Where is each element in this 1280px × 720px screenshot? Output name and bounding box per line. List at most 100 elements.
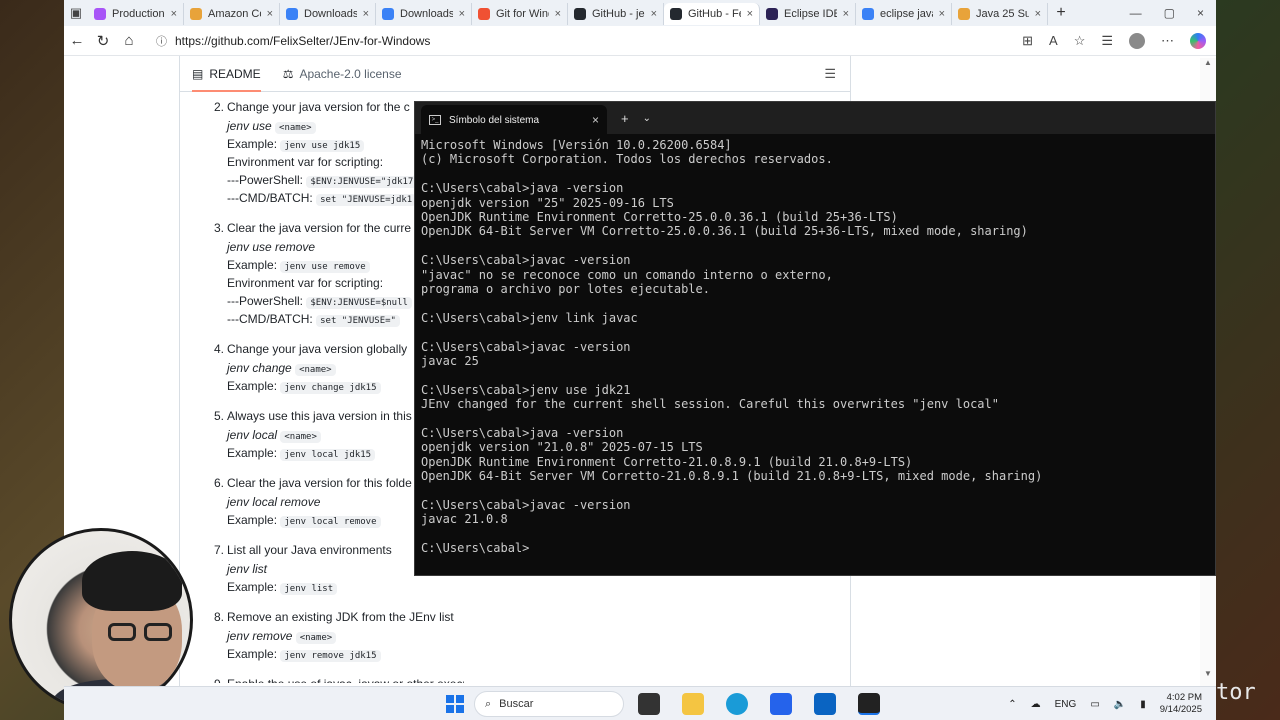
- more-menu-icon[interactable]: ⋯: [1161, 33, 1174, 49]
- tab-label: Downloads: [400, 8, 453, 20]
- tab-label: Production-: [112, 8, 165, 20]
- terminal-line: Microsoft Windows [Versión 10.0.26200.65…: [421, 138, 732, 152]
- terminal-line: C:\Users\cabal>java -version: [421, 426, 624, 441]
- tab-close-icon[interactable]: ×: [1035, 8, 1041, 20]
- terminal-line: C:\Users\cabal>javac -version: [421, 498, 631, 513]
- browser-tab[interactable]: Downloads ×: [376, 3, 472, 25]
- scale-icon: ⚖: [282, 66, 294, 81]
- tab-label: GitHub - Fel: [688, 8, 741, 20]
- step-number: 6.: [214, 476, 225, 490]
- favorites-icon[interactable]: ☰: [1101, 33, 1113, 49]
- minimize-icon[interactable]: —: [1130, 6, 1142, 20]
- copilot-icon[interactable]: [1190, 32, 1206, 49]
- browser-tab[interactable]: GitHub - jen ×: [568, 3, 664, 25]
- tab-close-icon[interactable]: ×: [939, 8, 945, 20]
- tab-close-icon[interactable]: ×: [363, 8, 369, 20]
- tab-favicon-icon: [286, 8, 298, 20]
- powershell-label: ---PowerShell:: [227, 294, 304, 308]
- tab-label: GitHub - jen: [592, 8, 645, 20]
- network-icon[interactable]: ▭: [1090, 699, 1099, 710]
- url-text: https://github.com/FelixSelter/JEnv-for-…: [175, 33, 431, 48]
- new-tab-button[interactable]: +: [1048, 4, 1074, 22]
- command-text: jenv list: [227, 562, 268, 576]
- browser-tab[interactable]: Downloads ×: [280, 3, 376, 25]
- scroll-down-icon[interactable]: ▼: [1200, 669, 1216, 678]
- terminal-output[interactable]: Microsoft Windows [Versión 10.0.26200.65…: [415, 134, 1215, 560]
- close-tab-icon[interactable]: ×: [592, 113, 599, 127]
- readme-tab[interactable]: ▤ README: [192, 56, 261, 92]
- refresh-icon[interactable]: ↻: [90, 32, 116, 50]
- browser-tab[interactable]: Git for Wind ×: [472, 3, 568, 25]
- tab-close-icon[interactable]: ×: [651, 8, 657, 20]
- store-icon[interactable]: [770, 693, 792, 715]
- tab-close-icon[interactable]: ×: [459, 8, 465, 20]
- edge-browser-icon[interactable]: [726, 693, 748, 715]
- step-example: Example: jenv remove jdk15: [214, 645, 464, 663]
- tab-favicon-icon: [958, 8, 970, 20]
- tab-actions-icon[interactable]: ▣: [64, 5, 88, 21]
- list-item: 9.Enable the use of javac, javaw or othe…: [214, 675, 464, 683]
- home-icon[interactable]: ⌂: [116, 32, 142, 49]
- start-button-icon[interactable]: [446, 695, 464, 713]
- outlook-icon[interactable]: [814, 693, 836, 715]
- dropdown-chevron-icon[interactable]: ⌄: [643, 113, 651, 124]
- task-view-icon[interactable]: [638, 693, 660, 715]
- command-arg: <name>: [295, 632, 337, 644]
- browser-tab[interactable]: Java 25 Sup ×: [952, 3, 1048, 25]
- file-explorer-icon[interactable]: [682, 693, 704, 715]
- clock[interactable]: 4:02 PM 9/14/2025: [1160, 692, 1202, 716]
- terminal-tab-title: Símbolo del sistema: [449, 114, 540, 126]
- browser-tab[interactable]: Production- ×: [88, 3, 184, 25]
- step-title-text: List all your Java environments: [227, 543, 392, 557]
- powershell-code: $ENV:JENVUSE=$null: [306, 297, 412, 309]
- tab-close-icon[interactable]: ×: [555, 8, 561, 20]
- terminal-line: C:\Users\cabal>java -version: [421, 181, 624, 196]
- terminal-line: C:\Users\cabal>javac -version: [421, 339, 631, 354]
- terminal-taskbar-icon[interactable]: [858, 693, 880, 715]
- step-number: 7.: [214, 543, 225, 557]
- maximize-icon[interactable]: ▢: [1164, 6, 1175, 20]
- onedrive-icon[interactable]: ☁: [1031, 699, 1041, 710]
- terminal-line: (c) Microsoft Corporation. Todos los der…: [421, 152, 833, 167]
- background-edge-text: tor: [1216, 680, 1256, 705]
- browser-tab[interactable]: Eclipse IDE | ×: [760, 3, 856, 25]
- browser-tab[interactable]: Amazon Co ×: [184, 3, 280, 25]
- license-tab[interactable]: ⚖ Apache-2.0 license: [283, 67, 402, 81]
- taskbar-search[interactable]: ⌕ Buscar: [474, 691, 624, 717]
- cmd-code: set "JENVUSE=": [316, 315, 400, 327]
- show-hidden-icons-chevron[interactable]: ⌃: [1008, 699, 1016, 710]
- language-indicator[interactable]: ENG: [1055, 699, 1077, 710]
- battery-icon[interactable]: ▮: [1140, 699, 1146, 710]
- command-prompt-window[interactable]: >_ Símbolo del sistema × + ⌄ Microsoft W…: [414, 101, 1216, 576]
- tab-close-icon[interactable]: ×: [267, 8, 273, 20]
- profile-avatar[interactable]: [1129, 32, 1145, 49]
- list-item: 8. Remove an existing JDK from the JEnv l…: [214, 608, 464, 663]
- step-example: Example: jenv list: [214, 578, 464, 596]
- browser-tab[interactable]: eclipse java ×: [856, 3, 952, 25]
- system-tray: ⌃ ☁ ENG ▭ 🔈 ▮ 4:02 PM 9/14/2025: [1008, 687, 1202, 720]
- tab-favicon-icon: [766, 8, 778, 20]
- read-aloud-icon[interactable]: A: [1049, 33, 1058, 48]
- tab-favicon-icon: [670, 8, 682, 20]
- tab-close-icon[interactable]: ×: [171, 8, 177, 20]
- tab-close-icon[interactable]: ×: [747, 8, 753, 20]
- tab-close-icon[interactable]: ×: [843, 8, 849, 20]
- volume-icon[interactable]: 🔈: [1114, 699, 1126, 710]
- tab-label: Eclipse IDE |: [784, 8, 837, 20]
- terminal-line: C:\Users\cabal>jenv use jdk21: [421, 382, 631, 397]
- example-label: Example:: [227, 513, 278, 527]
- example-code: jenv remove jdk15: [280, 650, 381, 662]
- url-field[interactable]: ⓘ https://github.com/FelixSelter/JEnv-fo…: [148, 30, 1008, 52]
- close-window-icon[interactable]: ×: [1197, 6, 1204, 20]
- site-info-icon[interactable]: ⓘ: [156, 33, 167, 49]
- outline-icon[interactable]: ☰: [824, 66, 836, 82]
- search-placeholder: Buscar: [499, 698, 534, 710]
- app-available-icon[interactable]: ⊞: [1022, 33, 1033, 49]
- back-icon[interactable]: ←: [64, 32, 90, 49]
- browser-tab[interactable]: GitHub - Fel ×: [664, 3, 760, 25]
- favorite-star-icon[interactable]: ☆: [1074, 33, 1086, 49]
- scroll-up-icon[interactable]: ▲: [1200, 58, 1216, 67]
- terminal-tab[interactable]: >_ Símbolo del sistema ×: [421, 105, 607, 135]
- new-terminal-tab-icon[interactable]: +: [621, 111, 629, 126]
